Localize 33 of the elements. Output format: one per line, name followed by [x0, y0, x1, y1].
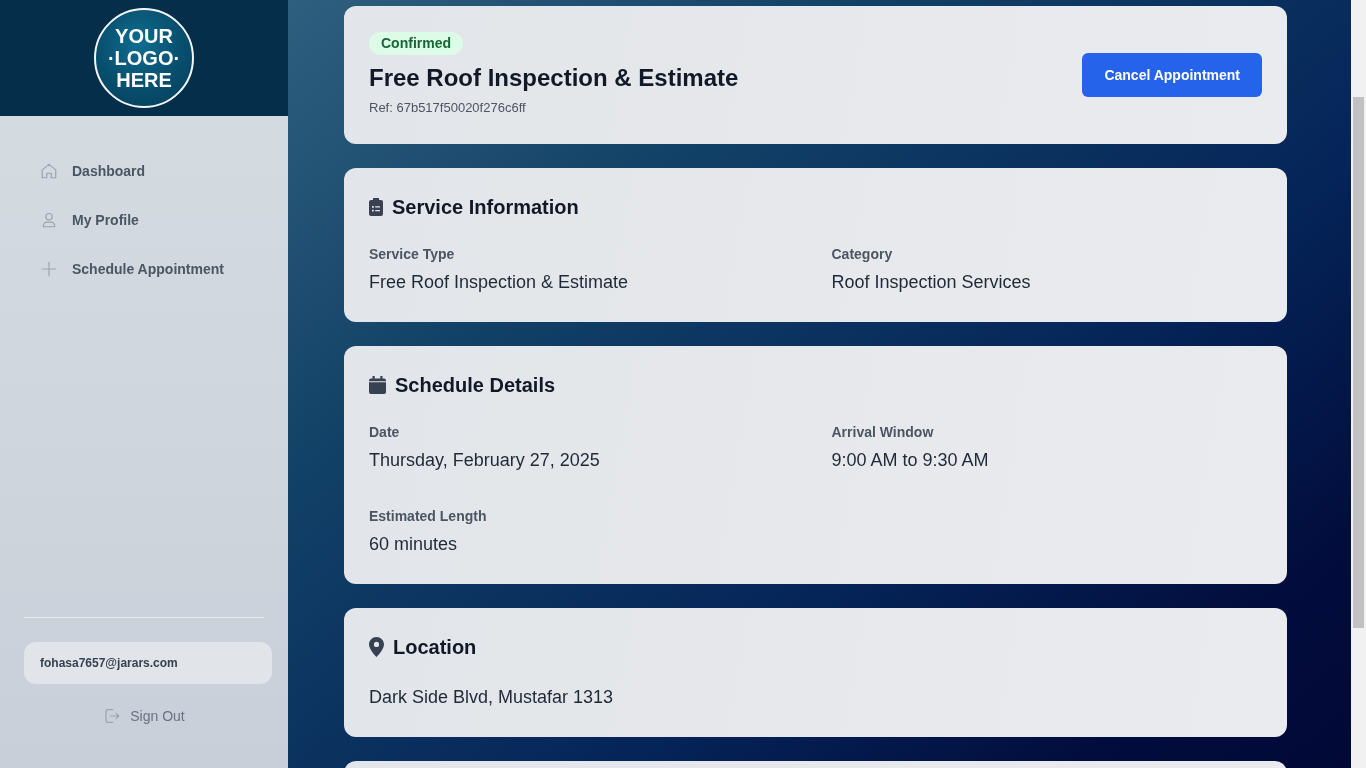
user-icon	[40, 210, 58, 229]
field-label: Arrival Window	[831, 423, 935, 442]
section-title: Service Information	[392, 195, 579, 220]
scrollbar[interactable]	[1351, 0, 1366, 768]
field-label: Date	[369, 423, 401, 442]
map-pin-icon	[369, 637, 384, 657]
appointment-title: Free Roof Inspection & Estimate	[369, 63, 739, 93]
user-email: fohasa7657@jarars.com	[24, 642, 272, 684]
logo: YOUR ·LOGO· HERE	[94, 8, 194, 108]
field-value: Free Roof Inspection & Estimate	[369, 271, 630, 294]
status-badge: Confirmed	[369, 32, 463, 55]
sidebar-item[interactable]: Dashboard	[24, 150, 264, 191]
home-icon	[40, 161, 58, 180]
field-value: Thursday, February 27, 2025	[369, 449, 601, 472]
cancel-button[interactable]: Cancel Appointment	[1082, 52, 1262, 97]
field-label: Category	[831, 245, 894, 264]
scrollbar-thumb[interactable]	[1353, 97, 1364, 628]
sidebar-item[interactable]: My Profile	[24, 199, 264, 240]
field-value: Roof Inspection Services	[831, 271, 1032, 294]
calendar-icon	[369, 376, 386, 394]
field-label: Service Type	[369, 245, 456, 264]
section-title: Schedule Details	[395, 373, 556, 398]
section-title: Location	[393, 635, 477, 660]
field-label: Estimated Length	[369, 507, 488, 526]
reference-number: Ref: 67b517f50020f276c6ff	[369, 99, 526, 117]
sidebar-item[interactable]: Schedule Appointment	[24, 248, 264, 289]
field-value: 60 minutes	[369, 533, 459, 556]
field-value: 9:00 AM to 9:30 AM	[831, 449, 990, 472]
sign-out-icon	[103, 707, 122, 725]
field-value: Dark Side Blvd, Mustafar 1313	[369, 686, 615, 709]
plus-icon	[40, 259, 58, 278]
clipboard-icon	[369, 198, 383, 216]
sign-out-button[interactable]: Sign Out	[97, 700, 191, 732]
